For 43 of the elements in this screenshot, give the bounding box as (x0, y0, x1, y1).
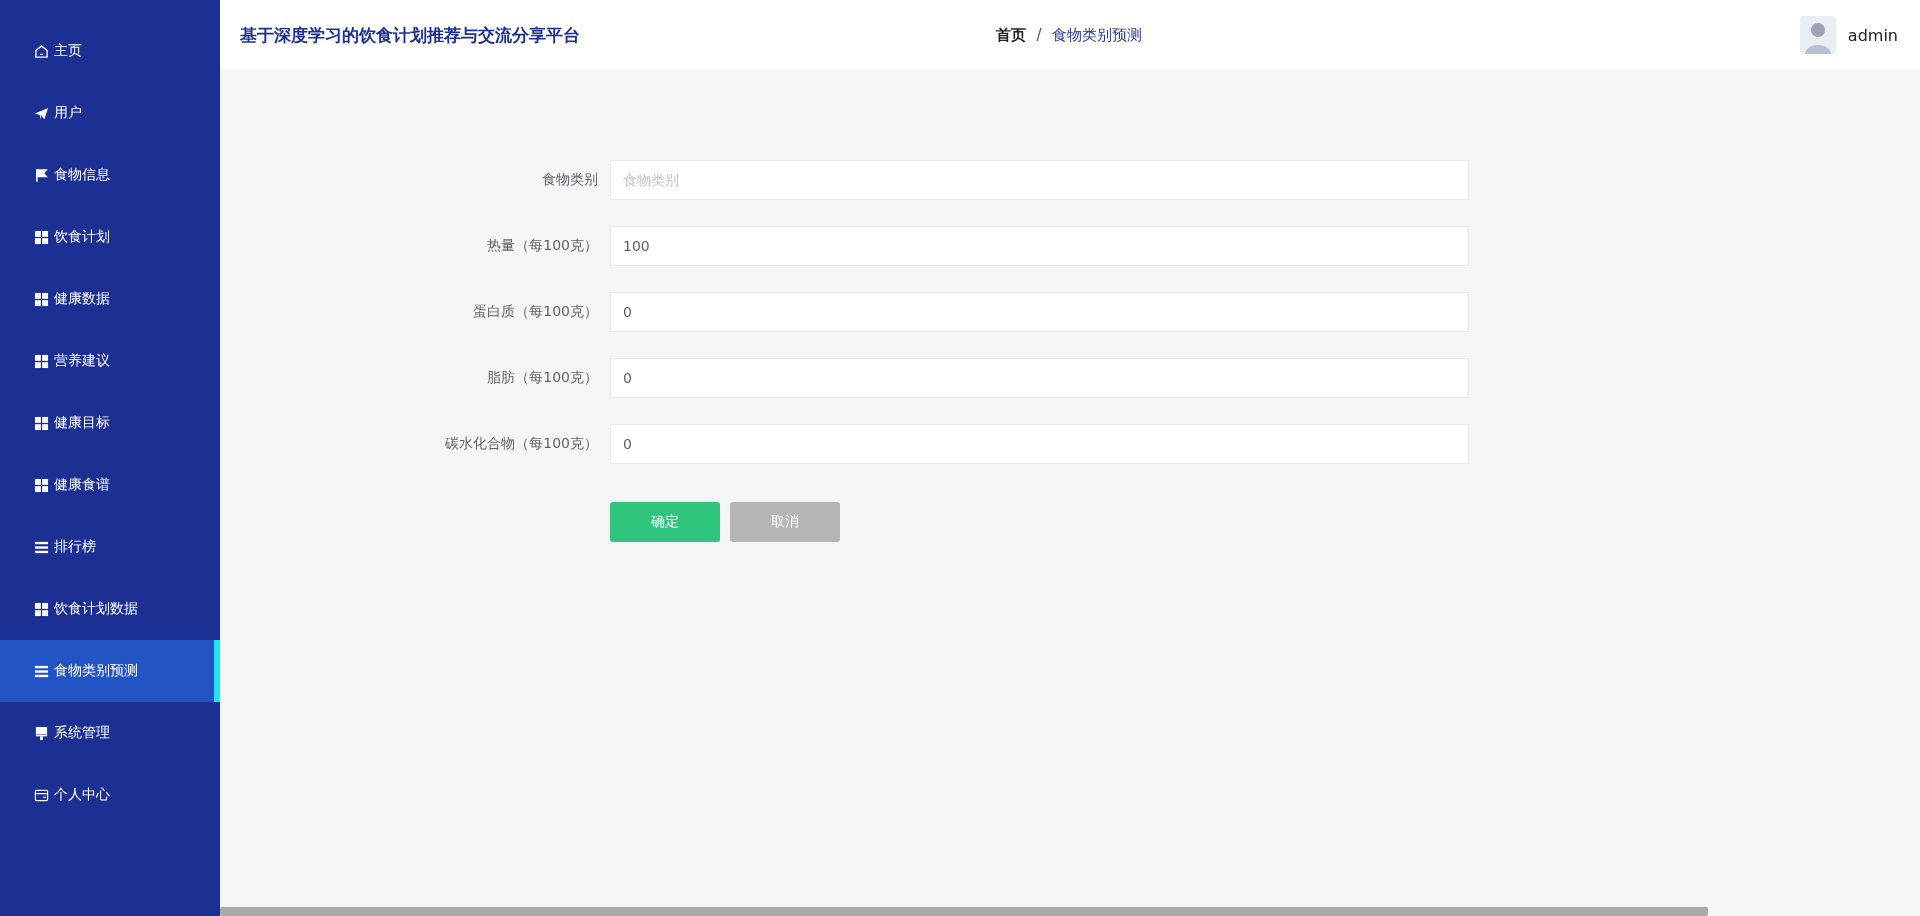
input-field[interactable]: 食物类别 (610, 160, 1469, 200)
grid-icon (34, 353, 49, 369)
grid-icon (34, 477, 49, 493)
breadcrumb-separator: / (1036, 26, 1042, 44)
list-icon (34, 663, 49, 679)
field-label: 脂肪（每100克） (486, 369, 598, 387)
field-label: 蛋白质（每100克） (472, 303, 598, 321)
sidebar-item[interactable]: 食物信息 (0, 144, 220, 206)
field-label: 碳水化合物（每100克） (444, 435, 598, 453)
sidebar-item[interactable]: 健康数据 (0, 268, 220, 330)
grid-icon (34, 601, 49, 617)
sidebar-item[interactable]: 用户 (0, 82, 220, 144)
sidebar-item[interactable]: 排行榜 (0, 516, 220, 578)
sidebar-item[interactable]: 饮食计划数据 (0, 578, 220, 640)
flag-icon (34, 167, 49, 183)
sidebar-item[interactable]: 健康目标 (0, 392, 220, 454)
grid-icon (34, 291, 49, 307)
input-field[interactable]: 0 (610, 424, 1469, 464)
paper-plane-icon (34, 105, 49, 121)
list-icon (34, 539, 49, 555)
grid-icon (34, 415, 49, 431)
scrollbar[interactable] (220, 907, 1708, 916)
sidebar-item[interactable]: 主页 (0, 20, 220, 82)
sidebar-item[interactable]: 健康食谱 (0, 454, 220, 516)
input-field[interactable]: 0 (610, 292, 1469, 332)
card-icon (34, 787, 49, 803)
home-icon (34, 43, 49, 59)
field-label: 热量（每100克） (486, 237, 598, 255)
sidebar-item[interactable]: 食物类别预测 (0, 640, 220, 702)
field-label: 食物类别 (541, 171, 598, 189)
breadcrumb-link[interactable]: 食物类别预测 (1051, 25, 1142, 45)
grid-icon (34, 229, 49, 245)
input-field[interactable]: 100 (610, 226, 1469, 266)
sidebar-item[interactable]: 饮食计划 (0, 206, 220, 268)
app-title: 基于深度学习的饮食计划推荐与交流分享平台 (240, 23, 580, 47)
input-field[interactable]: 0 (610, 358, 1469, 398)
avatar-icon[interactable] (1799, 16, 1836, 54)
brush-icon (34, 725, 49, 741)
sidebar-item[interactable]: 营养建议 (0, 330, 220, 392)
breadcrumb-link[interactable]: 首页 (996, 25, 1027, 45)
sidebar-item[interactable]: 系统管理 (0, 702, 220, 764)
username[interactable]: admin (1847, 25, 1898, 45)
sidebar-item[interactable]: 个人中心 (0, 764, 220, 826)
